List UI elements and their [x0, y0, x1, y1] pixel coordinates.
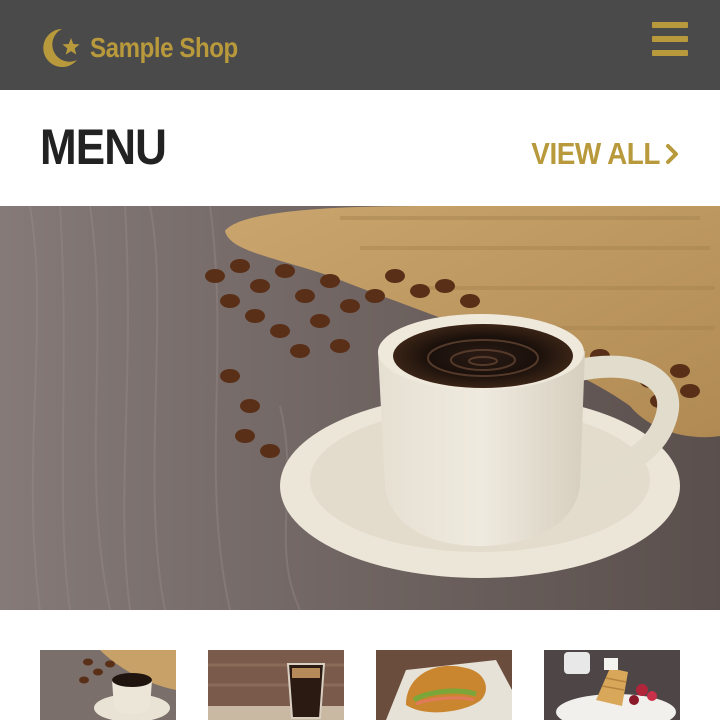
- view-all-link[interactable]: VIEW ALL: [517, 134, 680, 174]
- waffle-dessert-photo: [544, 650, 680, 720]
- logo-text: Sample Shop: [90, 32, 238, 63]
- chevron-right-icon: [666, 144, 678, 164]
- thumbnail-waffle[interactable]: [544, 650, 680, 720]
- menu-bar-bottom: [652, 50, 688, 56]
- hero-image-coffee: [0, 206, 720, 610]
- view-all-label: VIEW ALL: [531, 136, 660, 171]
- croissant-sandwich-photo: [376, 650, 512, 720]
- thumbnail-coffee[interactable]: [40, 650, 176, 720]
- site-logo[interactable]: Sample Shop: [40, 26, 262, 70]
- moon-star-logo-icon: [43, 29, 80, 67]
- hamburger-menu-icon[interactable]: [652, 22, 688, 56]
- iced-coffee-photo: [208, 650, 344, 720]
- menu-thumbnails: [40, 650, 680, 720]
- thumbnail-iced-coffee[interactable]: [208, 650, 344, 720]
- site-header: Sample Shop: [0, 0, 720, 90]
- coffee-cup-photo: [40, 650, 176, 720]
- menu-bar-middle: [652, 36, 688, 42]
- coffee-cup-with-beans-photo: [0, 206, 720, 610]
- section-title: MENU: [40, 119, 167, 175]
- thumbnail-croissant[interactable]: [376, 650, 512, 720]
- menu-bar-top: [652, 22, 688, 28]
